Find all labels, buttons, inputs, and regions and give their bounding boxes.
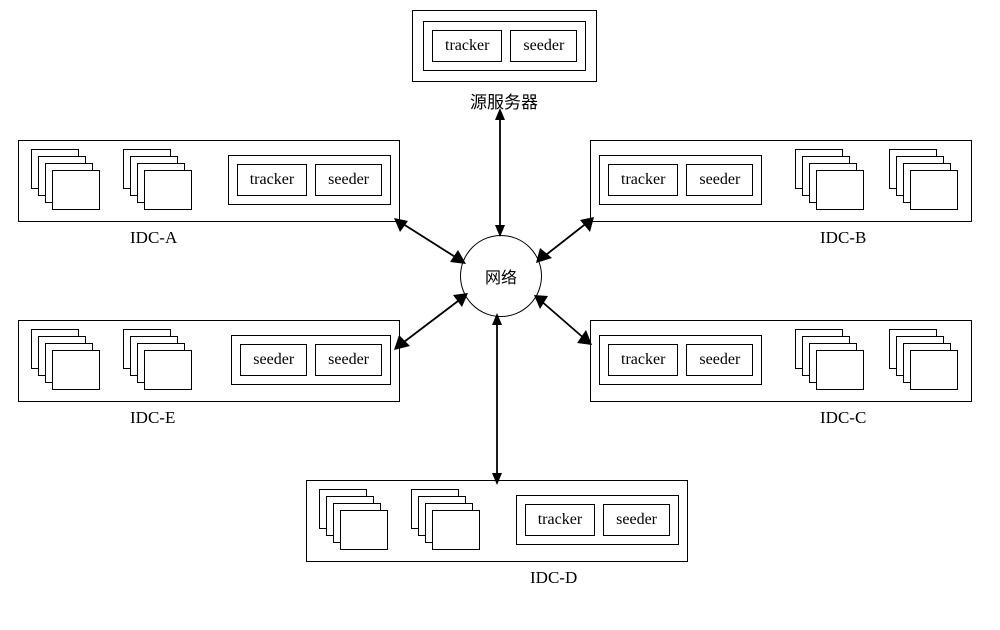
idc-e-stack2 bbox=[123, 329, 187, 399]
idc-a-ts-pair: tracker seeder bbox=[228, 155, 391, 205]
source-tracker: tracker bbox=[432, 30, 502, 62]
idc-b-stack2 bbox=[889, 149, 953, 219]
idc-b-stack1 bbox=[795, 149, 859, 219]
idc-c-box: tracker seeder bbox=[590, 320, 972, 402]
idc-b-label: IDC-B bbox=[820, 228, 866, 248]
source-seeder: seeder bbox=[510, 30, 577, 62]
idc-a-stack2 bbox=[123, 149, 187, 219]
idc-d-tracker: tracker bbox=[525, 504, 595, 536]
idc-c-stack1 bbox=[795, 329, 859, 399]
idc-c-seeder: seeder bbox=[686, 344, 753, 376]
idc-c-ts-pair: tracker seeder bbox=[599, 335, 762, 385]
idc-a-box: tracker seeder bbox=[18, 140, 400, 222]
idc-c-stack2 bbox=[889, 329, 953, 399]
idc-a-stack1 bbox=[31, 149, 95, 219]
idc-d-label: IDC-D bbox=[530, 568, 577, 588]
source-server-label: 源服务器 bbox=[470, 88, 538, 113]
idc-a-seeder: seeder bbox=[315, 164, 382, 196]
source-server-box: tracker seeder bbox=[412, 10, 597, 82]
idc-d-seeder: seeder bbox=[603, 504, 670, 536]
idc-e-seeder-right: seeder bbox=[315, 344, 382, 376]
idc-b-ts-pair: tracker seeder bbox=[599, 155, 762, 205]
idc-e-ts-pair: seeder seeder bbox=[231, 335, 391, 385]
idc-d-box: tracker seeder bbox=[306, 480, 688, 562]
idc-a-tracker: tracker bbox=[237, 164, 307, 196]
idc-b-box: tracker seeder bbox=[590, 140, 972, 222]
source-server-ts-pair: tracker seeder bbox=[423, 21, 586, 71]
idc-d-stack2 bbox=[411, 489, 475, 559]
idc-c-tracker: tracker bbox=[608, 344, 678, 376]
idc-e-stack1 bbox=[31, 329, 95, 399]
idc-d-ts-pair: tracker seeder bbox=[516, 495, 679, 545]
idc-c-label: IDC-C bbox=[820, 408, 866, 428]
idc-e-label: IDC-E bbox=[130, 408, 175, 428]
idc-e-box: seeder seeder bbox=[18, 320, 400, 402]
idc-e-seeder-left: seeder bbox=[240, 344, 307, 376]
idc-d-stack1 bbox=[319, 489, 383, 559]
idc-b-tracker: tracker bbox=[608, 164, 678, 196]
network-label: 网络 bbox=[485, 264, 517, 288]
idc-b-seeder: seeder bbox=[686, 164, 753, 196]
idc-a-label: IDC-A bbox=[130, 228, 177, 248]
network-node: 网络 bbox=[460, 235, 542, 317]
